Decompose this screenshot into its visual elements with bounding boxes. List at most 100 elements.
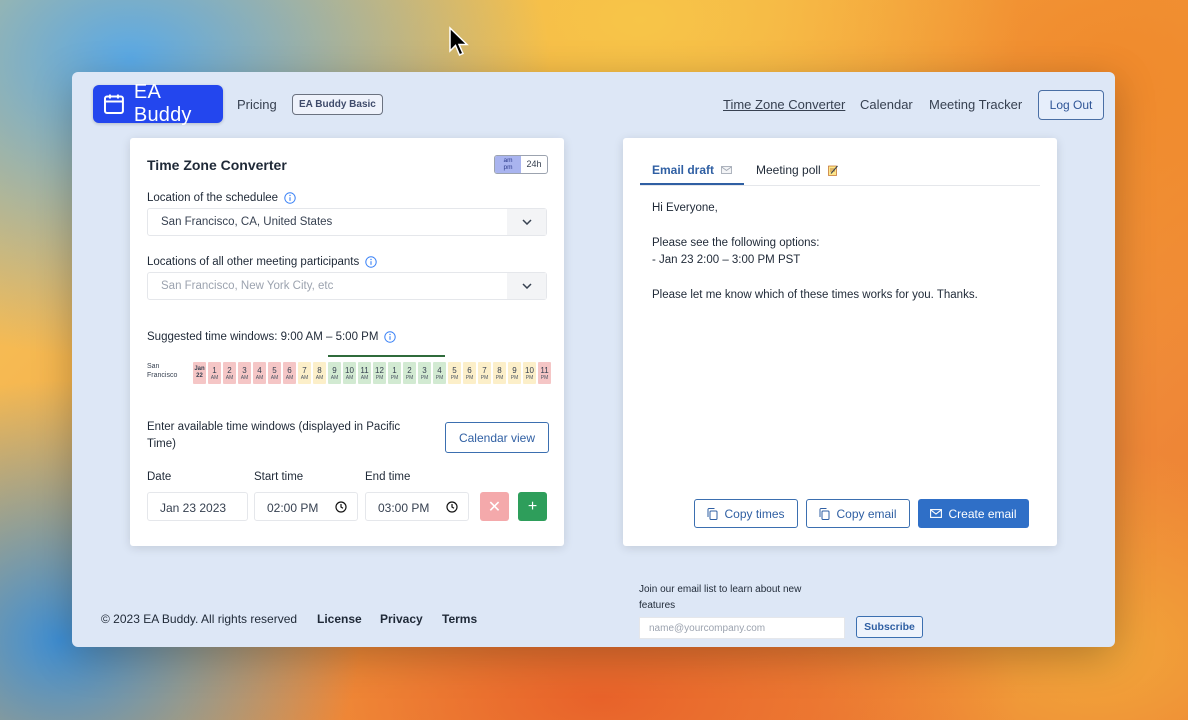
hour-cell-top: 8 — [317, 365, 322, 375]
hour-cell[interactable]: 6 PM — [463, 362, 476, 384]
plan-badge: EA Buddy Basic — [292, 94, 383, 115]
hour-cell[interactable]: 6 AM — [283, 362, 296, 384]
email-greeting: Hi Everyone, — [652, 202, 718, 214]
tab-meeting-poll-label: Meeting poll — [756, 163, 821, 177]
hour-cell-bottom: PM — [495, 374, 504, 381]
toggle-ampm[interactable]: am pm — [495, 156, 521, 173]
footer-license-link[interactable]: License — [317, 612, 362, 626]
hour-cell[interactable]: 4 AM — [253, 362, 266, 384]
hour-cell[interactable]: 9 AM — [328, 362, 341, 384]
info-icon[interactable] — [284, 192, 296, 204]
start-time-label: Start time — [254, 471, 304, 483]
email-closing: Please let me know which of these times … — [652, 289, 978, 301]
hour-cell-bottom: AM — [315, 374, 324, 381]
date-input[interactable]: Jan 23 2023 — [147, 492, 248, 521]
time-format-toggle[interactable]: am pm 24h — [494, 155, 548, 174]
hour-cell-bottom: PM — [540, 374, 549, 381]
info-icon[interactable] — [384, 331, 397, 343]
hour-cell[interactable]: 11 AM — [358, 362, 371, 384]
hour-cell[interactable]: 10 AM — [343, 362, 356, 384]
copy-times-label: Copy times — [724, 506, 785, 521]
hour-cell[interactable]: 9 PM — [508, 362, 521, 384]
nav-pricing[interactable]: Pricing — [237, 97, 277, 112]
participants-location-select[interactable]: San Francisco, New York City, etc — [147, 272, 547, 300]
hour-cell-top: 8 — [497, 365, 502, 375]
info-icon[interactable] — [365, 256, 377, 268]
subscribe-button[interactable]: Subscribe — [856, 616, 923, 638]
tab-meeting-poll[interactable]: Meeting poll — [756, 163, 838, 177]
add-window-button[interactable]: + — [518, 492, 547, 521]
email-option: - Jan 23 2:00 – 3:00 PM PST — [652, 254, 801, 266]
hour-cell-top: 2 — [227, 365, 232, 375]
copy-email-button[interactable]: Copy email — [806, 499, 910, 528]
remove-window-button[interactable]: ✕ — [480, 492, 509, 521]
hour-cell[interactable]: 11 PM — [538, 362, 551, 384]
participants-location-placeholder: San Francisco, New York City, etc — [161, 280, 334, 292]
toggle-ampm-bottom: pm — [503, 164, 513, 171]
copy-email-label: Copy email — [836, 506, 897, 521]
footer-terms-link[interactable]: Terms — [442, 612, 477, 626]
tab-email-draft-label: Email draft — [652, 163, 715, 177]
clock-icon[interactable] — [446, 501, 458, 513]
calendar-view-button[interactable]: Calendar view — [445, 422, 549, 453]
start-time-input[interactable]: 02:00 PM — [254, 492, 358, 521]
hour-cell[interactable]: 4 PM — [433, 362, 446, 384]
schedulee-dropdown-button[interactable] — [507, 209, 546, 235]
copy-times-button[interactable]: Copy times — [694, 499, 798, 528]
hour-cell[interactable]: 3 AM — [238, 362, 251, 384]
chevron-down-icon — [521, 283, 532, 289]
hour-cell-bottom: AM — [210, 374, 219, 381]
hour-cell-top: 4 — [257, 365, 262, 375]
logo[interactable]: EA Buddy — [93, 81, 223, 126]
toggle-24h[interactable]: 24h — [521, 156, 547, 173]
hour-cell-bottom: PM — [525, 374, 534, 381]
date-label: Date — [147, 471, 172, 483]
hour-cell-top: 10 — [345, 365, 354, 375]
end-time-input[interactable]: 03:00 PM — [365, 492, 469, 521]
nav-calendar[interactable]: Calendar — [860, 97, 913, 112]
chevron-down-icon — [521, 219, 532, 225]
hour-cell[interactable]: 5 PM — [448, 362, 461, 384]
hour-cell[interactable]: 1 PM — [388, 362, 401, 384]
hour-cell-top: 7 — [302, 365, 307, 375]
hour-cell-top: 5 — [272, 365, 277, 375]
nav-time-zone-converter[interactable]: Time Zone Converter — [723, 97, 845, 112]
hour-cell[interactable]: 12 PM — [373, 362, 386, 384]
tab-email-draft[interactable]: Email draft — [652, 163, 732, 177]
create-email-button[interactable]: Create email — [918, 499, 1029, 528]
logout-button[interactable]: Log Out — [1038, 90, 1104, 120]
schedulee-label-text: Location of the schedulee — [147, 192, 279, 204]
footer-privacy-link[interactable]: Privacy — [380, 612, 423, 626]
hour-cell[interactable]: 10 PM — [523, 362, 536, 384]
schedulee-location-select[interactable]: San Francisco, CA, United States — [147, 208, 547, 236]
hour-cell[interactable]: 8 PM — [493, 362, 506, 384]
suggested-windows-text: Suggested time windows: 9:00 AM – 5:00 P… — [147, 331, 379, 343]
hour-cell-bottom: PM — [375, 374, 384, 381]
hour-cell[interactable]: 8 AM — [313, 362, 326, 384]
time-zone-converter-card: Time Zone Converter am pm 24h Location o… — [130, 138, 564, 546]
hour-timeline: Jan 22 1 AM 2 AM 3 AM 4 AM 5 AM 6 AM 7 AM 8 AM 9 AM 10 AM 11 AM… — [193, 362, 553, 384]
nav-meeting-tracker[interactable]: Meeting Tracker — [929, 97, 1022, 112]
hour-cell-top: 3 — [422, 365, 427, 375]
email-draft-body[interactable]: Hi Everyone, Please see the following op… — [652, 200, 1032, 304]
hour-cell[interactable]: 7 PM — [478, 362, 491, 384]
hour-cell[interactable]: 7 AM — [298, 362, 311, 384]
hour-cell[interactable]: 3 PM — [418, 362, 431, 384]
hour-cell-bottom: 22 — [196, 373, 203, 379]
email-intro: Please see the following options: — [652, 237, 820, 249]
hour-cell[interactable]: 5 AM — [268, 362, 281, 384]
hour-cell[interactable]: 2 AM — [223, 362, 236, 384]
hour-cell-top: 12 — [375, 365, 384, 375]
hour-cell-bottom: AM — [300, 374, 309, 381]
clock-icon[interactable] — [335, 501, 347, 513]
hour-cell-top: 6 — [287, 365, 292, 375]
hour-cell-top: 5 — [452, 365, 457, 375]
hour-cell-top: 2 — [407, 365, 412, 375]
hour-cell[interactable]: 2 PM — [403, 362, 416, 384]
hour-cell[interactable]: 1 AM — [208, 362, 221, 384]
newsletter-email-input[interactable]: name@yourcompany.com — [639, 617, 845, 639]
hour-cell-top: 10 — [525, 365, 534, 375]
participants-dropdown-button[interactable] — [507, 273, 546, 299]
hour-cell[interactable]: Jan 22 — [193, 362, 206, 384]
hour-cell-bottom: AM — [270, 374, 279, 381]
